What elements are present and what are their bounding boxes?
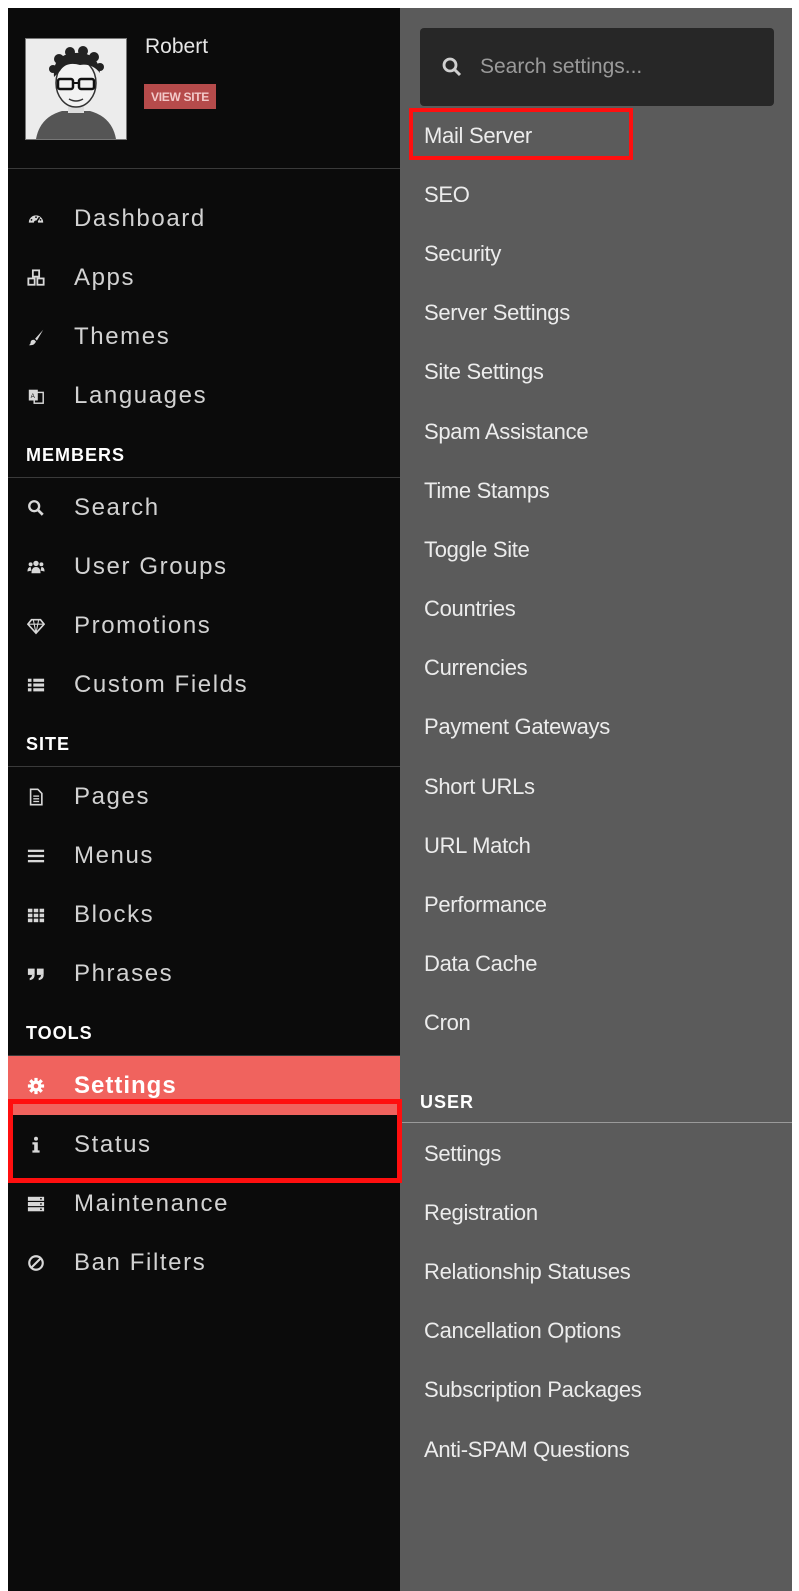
list-icon: [26, 676, 46, 694]
file-icon: [26, 788, 46, 806]
info-icon: [26, 1136, 46, 1154]
section-header-user: USER: [400, 1083, 792, 1123]
sidebar-item-search[interactable]: Search: [8, 478, 400, 537]
sidebar-item-menus[interactable]: Menus: [8, 826, 400, 885]
sidebar-item-custom-fields[interactable]: Custom Fields: [8, 655, 400, 714]
settings-item-mail-server[interactable]: Mail Server: [400, 106, 792, 165]
user-settings-item-settings[interactable]: Settings: [400, 1124, 792, 1183]
settings-item-countries[interactable]: Countries: [400, 580, 792, 639]
settings-item-toggle-site[interactable]: Toggle Site: [400, 520, 792, 579]
user-settings-item-subscription-packages[interactable]: Subscription Packages: [400, 1361, 792, 1420]
settings-item-short-urls[interactable]: Short URLs: [400, 757, 792, 816]
language-icon: A: [26, 387, 46, 405]
user-settings-item-registration[interactable]: Registration: [400, 1183, 792, 1242]
settings-item-site-settings[interactable]: Site Settings: [400, 343, 792, 402]
settings-item-currencies[interactable]: Currencies: [400, 639, 792, 698]
sidebar-item-label: Languages: [74, 381, 208, 409]
avatar[interactable]: [25, 38, 127, 140]
sidebar-item-label: Custom Fields: [74, 670, 249, 698]
sidebar-item-dashboard[interactable]: Dashboard: [8, 189, 400, 248]
sidebar-item-languages[interactable]: A Languages: [8, 366, 400, 425]
search-icon: [26, 499, 46, 517]
settings-item-time-stamps[interactable]: Time Stamps: [400, 461, 792, 520]
sidebar-item-label: Menus: [74, 841, 155, 869]
users-icon: [26, 558, 46, 576]
sidebar-item-label: Dashboard: [74, 204, 206, 232]
ban-icon: [26, 1254, 46, 1272]
dashboard-icon: [26, 210, 46, 228]
sidebar-item-promotions[interactable]: Promotions: [8, 596, 400, 655]
settings-item-payment-gateways[interactable]: Payment Gateways: [400, 698, 792, 757]
sidebar-item-user-groups[interactable]: User Groups: [8, 537, 400, 596]
sidebar-item-label: User Groups: [74, 552, 228, 580]
cubes-icon: [26, 268, 46, 287]
sidebar-item-label: Maintenance: [74, 1189, 230, 1217]
admin-app: Robert VIEW SITE Dashboard Apps Themes A: [8, 8, 792, 1591]
section-header-members: MEMBERS: [8, 433, 400, 478]
sidebar-item-pages[interactable]: Pages: [8, 767, 400, 826]
settings-item-security[interactable]: Security: [400, 224, 792, 283]
profile-block: Robert VIEW SITE: [8, 8, 400, 169]
diamond-icon: [26, 617, 46, 635]
settings-item-data-cache[interactable]: Data Cache: [400, 935, 792, 994]
gear-icon: [26, 1077, 46, 1095]
settings-item-spam-assistance[interactable]: Spam Assistance: [400, 402, 792, 461]
sidebar-item-label: Pages: [74, 782, 151, 810]
view-site-button[interactable]: VIEW SITE: [144, 84, 216, 109]
user-name: Robert: [145, 35, 209, 58]
sidebar-item-settings[interactable]: Settings: [8, 1056, 400, 1115]
sidebar-item-label: Settings: [74, 1071, 177, 1099]
settings-item-server-settings[interactable]: Server Settings: [400, 284, 792, 343]
user-settings-item-anti-spam-questions[interactable]: Anti-SPAM Questions: [400, 1420, 792, 1479]
settings-item-performance[interactable]: Performance: [400, 875, 792, 934]
sidebar: Robert VIEW SITE Dashboard Apps Themes A: [8, 8, 400, 1591]
user-settings-item-cancellation-options[interactable]: Cancellation Options: [400, 1302, 792, 1361]
section-header-site: SITE: [8, 722, 400, 767]
server-icon: [26, 1195, 46, 1213]
paint-brush-icon: [26, 328, 46, 346]
sidebar-item-ban-filters[interactable]: Ban Filters: [8, 1233, 400, 1292]
user-settings-list: Settings Registration Relationship Statu…: [400, 1124, 792, 1479]
settings-list: Mail Server SEO Security Server Settings…: [400, 106, 792, 1053]
quote-icon: [26, 965, 46, 983]
bars-icon: [26, 847, 46, 865]
sidebar-item-label: Themes: [74, 322, 171, 350]
settings-item-cron[interactable]: Cron: [400, 994, 792, 1053]
sidebar-item-label: Apps: [74, 263, 136, 291]
sidebar-item-blocks[interactable]: Blocks: [8, 885, 400, 944]
settings-panel: Mail Server SEO Security Server Settings…: [400, 8, 792, 1591]
sidebar-item-label: Phrases: [74, 959, 174, 987]
user-settings-item-relationship-statuses[interactable]: Relationship Statuses: [400, 1242, 792, 1301]
sidebar-item-apps[interactable]: Apps: [8, 248, 400, 307]
sidebar-item-maintenance[interactable]: Maintenance: [8, 1174, 400, 1233]
settings-search-input[interactable]: [478, 54, 762, 80]
section-header-tools: TOOLS: [8, 1011, 400, 1056]
grid-icon: [26, 906, 46, 924]
sidebar-item-status[interactable]: Status: [8, 1115, 400, 1174]
sidebar-item-themes[interactable]: Themes: [8, 307, 400, 366]
sidebar-item-label: Status: [74, 1130, 152, 1158]
settings-item-url-match[interactable]: URL Match: [400, 816, 792, 875]
sidebar-item-label: Search: [74, 493, 160, 521]
sidebar-item-label: Blocks: [74, 900, 155, 928]
settings-item-seo[interactable]: SEO: [400, 165, 792, 224]
sidebar-item-phrases[interactable]: Phrases: [8, 944, 400, 1003]
search-icon: [442, 57, 462, 77]
sidebar-item-label: Promotions: [74, 611, 212, 639]
settings-search-box[interactable]: [420, 28, 774, 106]
avatar-illustration: [26, 39, 126, 139]
sidebar-item-label: Ban Filters: [74, 1248, 207, 1276]
